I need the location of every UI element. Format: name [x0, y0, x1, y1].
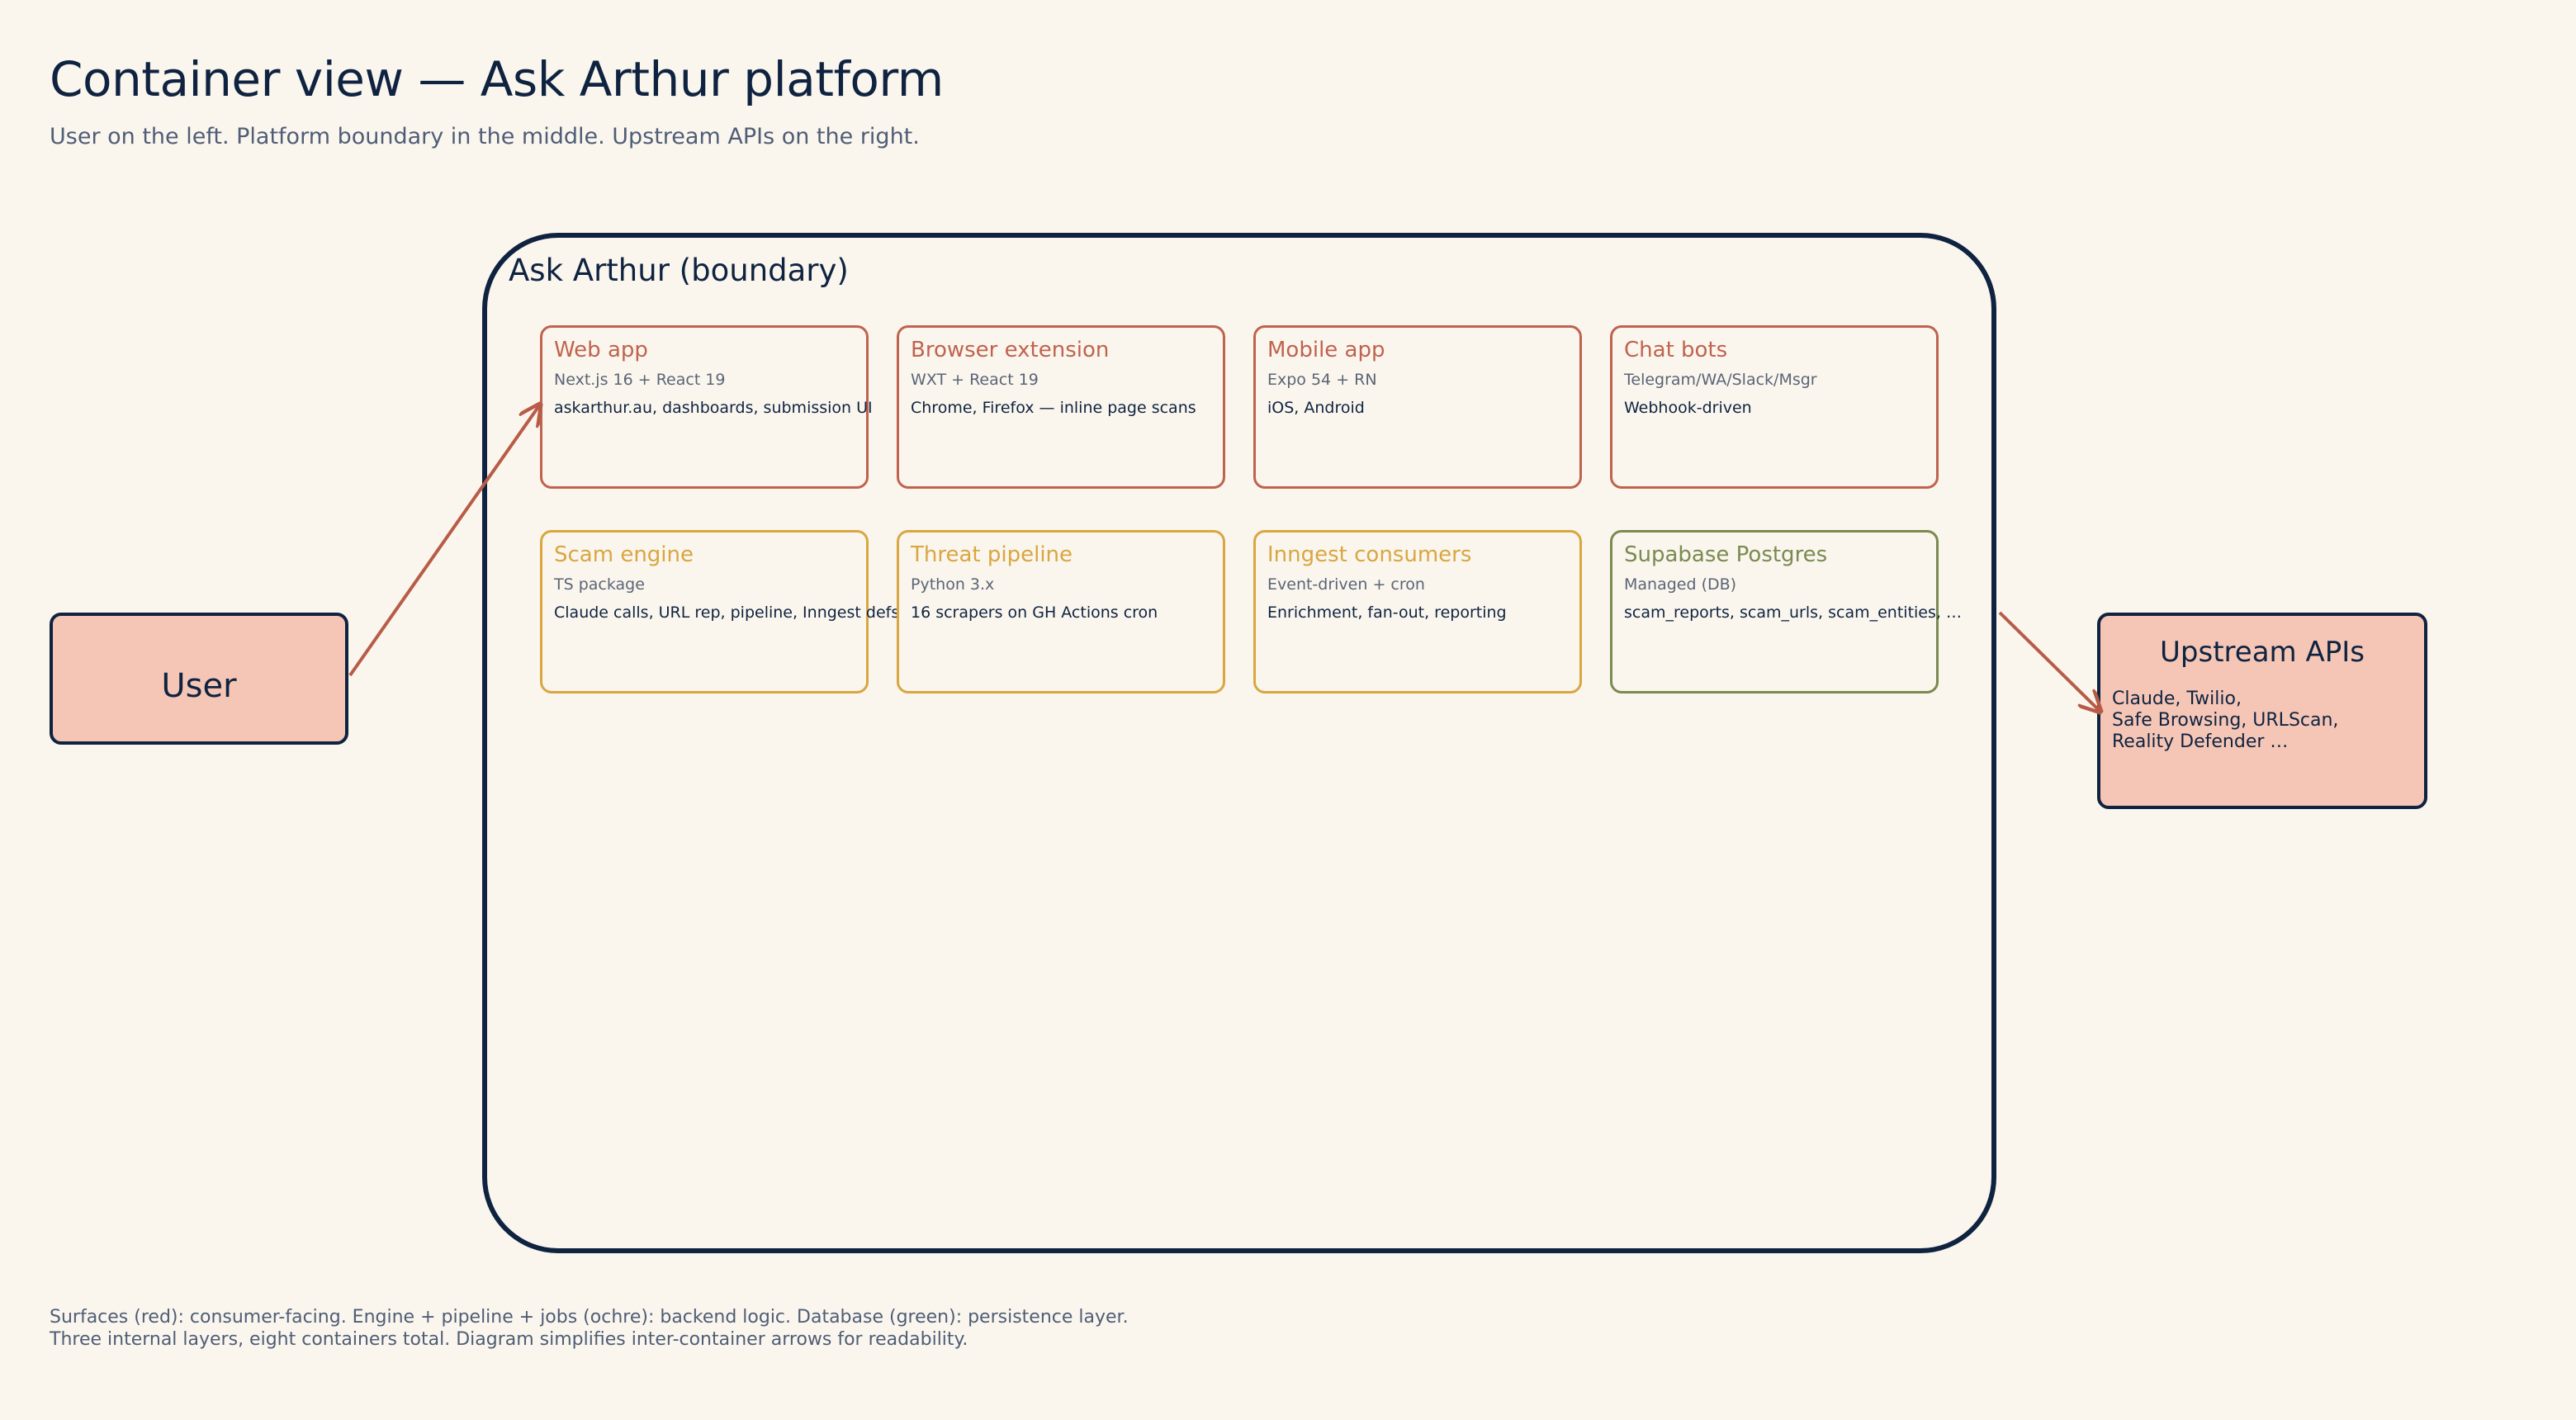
footnote: Surfaces (red): consumer-facing. Engine …	[50, 1306, 1129, 1351]
connector-arrows	[348, 0, 2576, 1420]
arrow-user-to-web-app	[348, 405, 540, 677]
footnote-line: Surfaces (red): consumer-facing. Engine …	[50, 1307, 1129, 1328]
arrow-platform-to-upstream	[1998, 611, 2100, 712]
footnote-line: Three internal layers, eight containers …	[50, 1329, 968, 1350]
